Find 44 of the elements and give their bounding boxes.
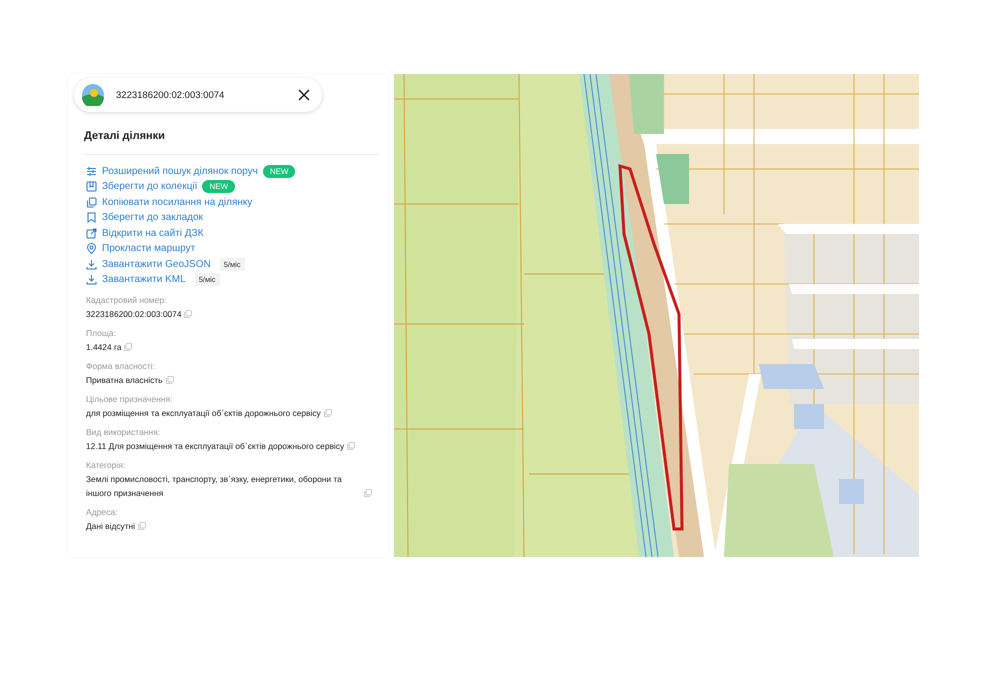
copy-icon[interactable] (166, 376, 174, 384)
external-link-icon (86, 228, 97, 239)
copy-icon[interactable] (138, 522, 146, 530)
close-icon[interactable] (298, 89, 310, 101)
copy-icon[interactable] (124, 342, 132, 350)
field-label: Категорія: (86, 458, 126, 470)
copy-icon[interactable] (347, 442, 356, 450)
field-value: 12.11 Для розміщення та експлуатації об᾽єктів дорожнього сервісу (86, 440, 344, 452)
new-badge: NEW (202, 180, 236, 194)
sliders-icon (86, 166, 97, 177)
new-badge: NEW (262, 164, 296, 178)
field-label: Форма власності: (86, 360, 156, 372)
action-link[interactable]: Розширений пошук ділянок поруч (102, 164, 258, 179)
copy-icon[interactable] (184, 310, 192, 318)
action-link[interactable]: Прокласти маршрут (102, 241, 196, 256)
action-link[interactable]: Зберегти до колекції (102, 179, 198, 194)
location-pin-icon (86, 243, 97, 254)
field-value: Дані відсутні (86, 520, 136, 532)
action-link[interactable]: Відкрити на сайті ДЗК (102, 226, 204, 241)
panel-title: Деталі ділянки (84, 129, 166, 144)
action-link[interactable]: Завантажити GeoJSON (102, 256, 211, 272)
download-icon (86, 258, 97, 270)
copy-icon[interactable] (364, 488, 372, 496)
field-label: Цільове призначення: (86, 392, 174, 404)
logo-icon (82, 84, 104, 106)
download-icon (86, 274, 97, 286)
copy-icon[interactable] (324, 408, 332, 416)
field-value: Землі промисловості, транспорту, зв᾽язку, енергетики, оборони та іншого призначення (86, 472, 343, 500)
action-link[interactable]: Копіювати посилання на ділянку (102, 194, 252, 210)
action-link[interactable]: Зберегти до закладок (102, 210, 203, 226)
bookmark-square-icon (86, 181, 97, 192)
field-label: Адреса: (86, 506, 118, 518)
copy-icon (86, 196, 97, 208)
field-label: Площа: (86, 326, 117, 338)
action-link[interactable]: Завантажити KML (102, 272, 186, 288)
field-label: Кадастровий номер: (86, 294, 168, 306)
field-value: Приватна власність (86, 374, 162, 386)
field-value: 1.4424 га (86, 340, 122, 354)
map-drawing[interactable] (394, 74, 919, 557)
field-value: для розміщення та експлуатації об᾽єктів дорожнього сервісу (86, 406, 321, 420)
field-value: 3223186200:02:003:0074 (86, 308, 182, 320)
search-field[interactable]: 3223186200:02:003:0074 (74, 78, 322, 112)
bookmark-icon (86, 212, 97, 224)
field-label: Вид використання: (86, 426, 162, 438)
